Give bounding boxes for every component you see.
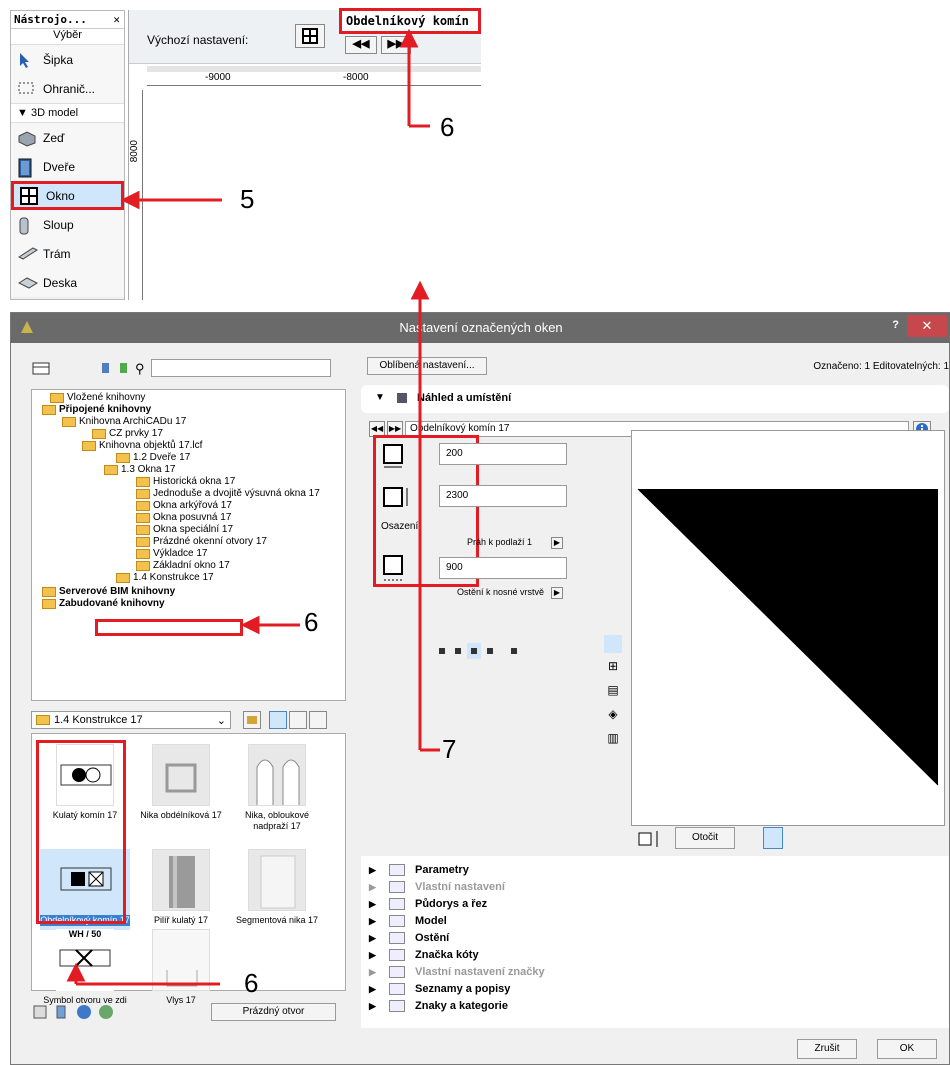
callout-7: 7 [442,734,457,764]
callout-arrows [66,28,440,986]
callout-5: 5 [240,184,255,214]
callout-6: 6 [244,968,259,998]
callout-6: 6 [440,112,455,142]
callout-6: 6 [304,607,319,637]
